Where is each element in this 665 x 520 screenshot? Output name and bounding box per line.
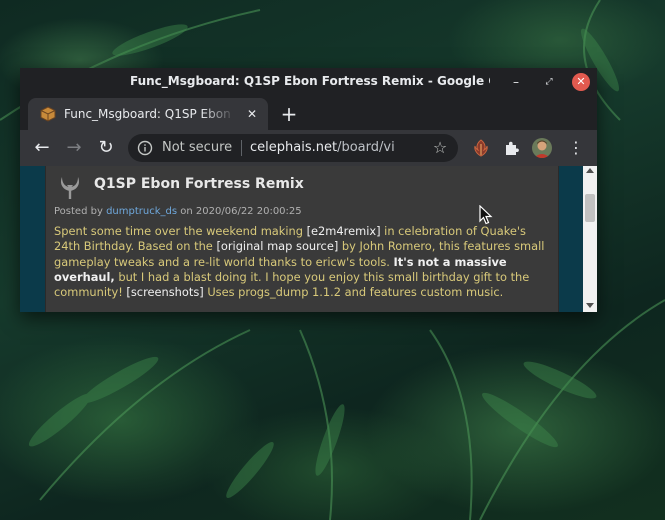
omnibox-divider	[241, 140, 242, 156]
new-tab-button[interactable]: +	[278, 103, 300, 125]
original-map-source-link[interactable]: [original map source]	[216, 239, 338, 253]
tab-strip: Func_Msgboard: Q1SP Ebon Fortress Remix …	[20, 96, 597, 130]
vertical-scrollbar[interactable]	[583, 166, 597, 312]
info-icon[interactable]	[137, 140, 153, 156]
bookmark-star-icon[interactable]: ☆	[430, 138, 450, 158]
forward-button[interactable]: →	[62, 136, 86, 160]
mouse-pointer-icon	[479, 205, 493, 225]
puzzle-icon[interactable]	[502, 138, 522, 158]
forum-post: Q1SP Ebon Fortress Remix Posted by dumpt…	[46, 166, 558, 312]
url-host: celephais.net	[250, 140, 338, 155]
window-title: Func_Msgboard: Q1SP Ebon Fortress Remix …	[130, 74, 490, 88]
quake-extension-icon[interactable]	[471, 138, 491, 158]
tab-title: Func_Msgboard: Q1SP Ebon Fortress Remix	[64, 107, 236, 121]
page-viewport: Q1SP Ebon Fortress Remix Posted by dumpt…	[20, 166, 597, 312]
minimize-button[interactable]: –	[507, 73, 525, 91]
menu-kebab-icon[interactable]: ⋮	[566, 138, 586, 158]
scroll-up-arrow-icon[interactable]	[586, 168, 594, 173]
e2m4remix-link[interactable]: [e2m4remix]	[307, 224, 381, 238]
url-text[interactable]: celephais.net/board/vi	[250, 140, 420, 155]
scrollbar-thumb[interactable]	[585, 194, 595, 222]
screenshots-link[interactable]: [screenshots]	[126, 285, 203, 299]
browser-window: Func_Msgboard: Q1SP Ebon Fortress Remix …	[20, 68, 597, 312]
avatar[interactable]	[532, 138, 552, 158]
back-button[interactable]: ←	[30, 136, 54, 160]
body-text-1: Spent some time over the weekend making	[54, 224, 307, 238]
post-body: Spent some time over the weekend making …	[54, 224, 554, 300]
body-text-5: Uses progs_dump 1.1.2 and features custo…	[203, 285, 504, 300]
reload-button[interactable]: ↻	[94, 136, 118, 160]
crate-icon	[40, 106, 56, 122]
tab-active[interactable]: Func_Msgboard: Q1SP Ebon Fortress Remix …	[28, 98, 268, 130]
posted-by-label: Posted by	[54, 206, 103, 217]
browser-toolbar: ← → ↻ Not secure celephais.net/board/vi …	[20, 130, 597, 166]
quake-logo-icon	[60, 177, 80, 199]
on-label: on	[180, 206, 193, 217]
scroll-down-arrow-icon[interactable]	[586, 303, 594, 308]
address-bar[interactable]: Not secure celephais.net/board/vi ☆	[128, 134, 458, 162]
close-window-button[interactable]: ✕	[572, 73, 590, 91]
title-bar[interactable]: Func_Msgboard: Q1SP Ebon Fortress Remix …	[20, 68, 597, 96]
maximize-button[interactable]: ⤢	[540, 73, 558, 91]
post-timestamp: 2020/06/22 20:00:25	[195, 206, 302, 217]
security-label[interactable]: Not secure	[162, 140, 232, 155]
post-meta: Posted by dumptruck_ds on 2020/06/22 20:…	[54, 206, 302, 217]
post-title: Q1SP Ebon Fortress Remix	[94, 176, 304, 192]
author-link[interactable]: dumptruck_ds	[106, 206, 177, 217]
url-path: /board/vi	[337, 140, 395, 155]
close-tab-button[interactable]: ✕	[244, 106, 260, 122]
